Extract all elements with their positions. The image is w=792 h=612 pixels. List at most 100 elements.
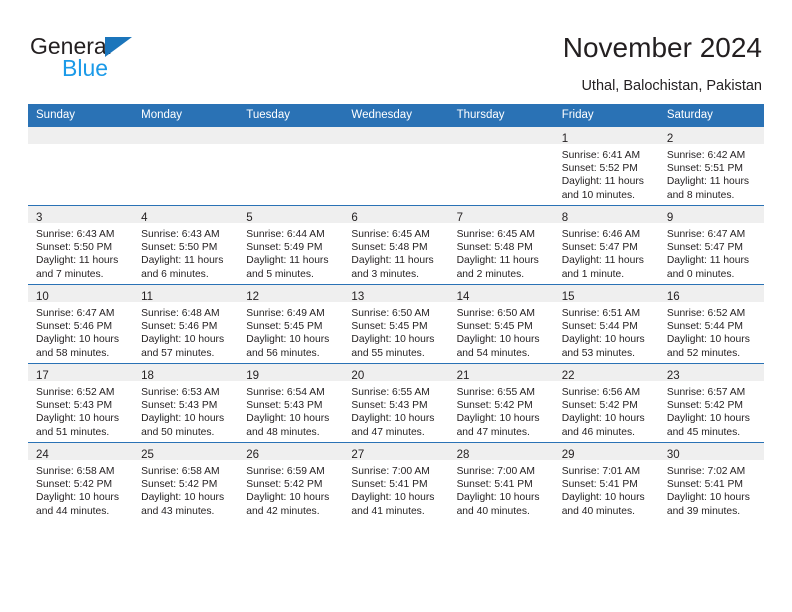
day-number-band: 6	[343, 206, 449, 224]
day-number-band: 26	[238, 443, 344, 461]
calendar-day-cell[interactable]: 4 Sunrise: 6:43 AM Sunset: 5:50 PM Daylight…	[133, 205, 239, 285]
calendar-day-cell[interactable]: 12 Sunrise: 6:49 AM Sunset: 5:45 PM Dayligh…	[238, 284, 344, 364]
sunset-text: Sunset: 5:47 PM	[561, 242, 638, 254]
day-cell-details: Sunrise: 6:59 AM Sunset: 5:42 PM Daylight:…	[238, 460, 343, 518]
day-cell-details: Sunrise: 6:51 AM Sunset: 5:44 PM Daylight:…	[554, 302, 659, 360]
calendar-day-cell[interactable]: 30 Sunrise: 7:02 AM Sunset: 5:41 PM Dayligh…	[658, 442, 764, 521]
day-number: 8	[561, 212, 569, 224]
day-number: 7	[456, 212, 463, 224]
day-number-band: 30	[658, 443, 764, 461]
calendar-day-cell[interactable]: 13 Sunrise: 6:50 AM Sunset: 5:45 PM Dayligh…	[343, 284, 449, 364]
weekday-header-tuesday: Tuesday	[238, 104, 344, 127]
calendar-day-cell[interactable]: 3 Sunrise: 6:43 AM Sunset: 5:50 PM Daylight…	[28, 205, 134, 285]
calendar-day-cell[interactable]: 29 Sunrise: 7:01 AM Sunset: 5:41 PM Dayligh…	[553, 442, 659, 521]
daylight-text-line2: and 39 minutes.	[666, 505, 741, 517]
daylight-text-line1: Daylight: 11 hours	[246, 255, 329, 267]
daylight-text-line1: Daylight: 11 hours	[36, 255, 119, 267]
calendar-day-cell[interactable]: 27 Sunrise: 7:00 AM Sunset: 5:41 PM Dayligh…	[343, 442, 449, 521]
daylight-text-line1: Daylight: 11 hours	[456, 255, 539, 267]
day-number-band: 25	[133, 443, 239, 461]
weekday-header-wednesday: Wednesday	[343, 104, 449, 127]
daylight-text-line1: Daylight: 11 hours	[351, 255, 434, 267]
daylight-text-line2: and 46 minutes.	[561, 426, 635, 438]
day-number: 11	[141, 291, 154, 303]
daylight-text-line2: and 45 minutes.	[666, 426, 741, 438]
sunset-text: Sunset: 5:45 PM	[456, 321, 533, 333]
daylight-text-line2: and 54 minutes.	[456, 347, 530, 359]
calendar-day-cell[interactable]: 18 Sunrise: 6:53 AM Sunset: 5:43 PM Dayligh…	[133, 363, 239, 443]
calendar-day-cell[interactable]: 19 Sunrise: 6:54 AM Sunset: 5:43 PM Dayligh…	[238, 363, 344, 443]
sunrise-text: Sunrise: 6:47 AM	[666, 229, 746, 240]
calendar-day-cell[interactable]: 14 Sunrise: 6:50 AM Sunset: 5:45 PM Dayligh…	[448, 284, 554, 364]
day-number: 10	[36, 291, 49, 303]
calendar-day-cell[interactable]: 7 Sunrise: 6:45 AM Sunset: 5:48 PM Daylight…	[448, 205, 554, 285]
sunset-text: Sunset: 5:43 PM	[351, 400, 428, 412]
day-number-band: 24	[28, 443, 134, 461]
day-number-band: 20	[343, 364, 449, 382]
calendar-day-cell[interactable]: 23 Sunrise: 6:57 AM Sunset: 5:42 PM Dayligh…	[658, 363, 764, 443]
calendar-day-cell[interactable]: 16 Sunrise: 6:52 AM Sunset: 5:44 PM Dayligh…	[658, 284, 764, 364]
daylight-text-line2: and 58 minutes.	[36, 347, 110, 359]
day-number: 29	[561, 449, 575, 461]
daylight-text-line1: Daylight: 10 hours	[561, 492, 645, 504]
calendar-day-cell[interactable]: 11 Sunrise: 6:48 AM Sunset: 5:46 PM Dayligh…	[133, 284, 239, 364]
sunset-text: Sunset: 5:45 PM	[351, 321, 428, 333]
calendar-day-cell[interactable]: 20 Sunrise: 6:55 AM Sunset: 5:43 PM Dayligh…	[343, 363, 449, 443]
calendar-day-cell[interactable]: 26 Sunrise: 6:59 AM Sunset: 5:42 PM Dayligh…	[238, 442, 344, 521]
calendar-day-cell[interactable]: 1 Sunrise: 6:41 AM Sunset: 5:52 PM Daylight…	[553, 126, 659, 206]
daylight-text-line2: and 10 minutes.	[561, 189, 635, 201]
daylight-text-line2: and 44 minutes.	[36, 505, 110, 517]
day-number: 21	[456, 370, 470, 382]
daylight-text-line1: Daylight: 11 hours	[141, 255, 224, 267]
day-cell-details: Sunrise: 6:47 AM Sunset: 5:47 PM Daylight:…	[659, 223, 764, 281]
day-number-band: 21	[448, 364, 554, 382]
day-number: 28	[456, 449, 470, 461]
calendar-day-cell[interactable]: 24 Sunrise: 6:58 AM Sunset: 5:42 PM Dayligh…	[28, 442, 134, 521]
calendar-week-row: 17 Sunrise: 6:52 AM Sunset: 5:43 PM Dayligh…	[28, 363, 764, 443]
calendar-week-row: 1 Sunrise: 6:41 AM Sunset: 5:52 PM Daylight…	[28, 126, 764, 206]
day-number: 19	[246, 370, 260, 382]
page-title: November 2024	[562, 32, 762, 63]
sunrise-text: Sunrise: 6:52 AM	[666, 308, 746, 319]
daylight-text-line1: Daylight: 11 hours	[561, 255, 644, 267]
day-cell-details: Sunrise: 6:55 AM Sunset: 5:42 PM Daylight:…	[449, 381, 554, 439]
calendar-day-cell[interactable]: 2 Sunrise: 6:42 AM Sunset: 5:51 PM Daylight…	[658, 126, 764, 206]
daylight-text-line2: and 41 minutes.	[351, 505, 425, 517]
sunrise-text: Sunrise: 6:59 AM	[246, 466, 325, 477]
calendar-day-cell[interactable]: 25 Sunrise: 6:58 AM Sunset: 5:42 PM Dayligh…	[133, 442, 239, 521]
sunset-text: Sunset: 5:41 PM	[561, 479, 638, 491]
day-number-band: 19	[238, 364, 344, 382]
calendar-head: Sunday Monday Tuesday Wednesday Thursday…	[28, 104, 764, 127]
calendar-day-cell[interactable]: 21 Sunrise: 6:55 AM Sunset: 5:42 PM Dayligh…	[448, 363, 554, 443]
day-number-band: 27	[343, 443, 449, 461]
calendar-day-cell[interactable]: 10 Sunrise: 6:47 AM Sunset: 5:46 PM Dayligh…	[28, 284, 134, 364]
day-number: 30	[666, 449, 680, 461]
sunrise-text: Sunrise: 6:55 AM	[456, 387, 535, 398]
sunset-text: Sunset: 5:46 PM	[36, 321, 113, 333]
sunset-text: Sunset: 5:42 PM	[666, 400, 743, 412]
calendar-day-cell[interactable]: 22 Sunrise: 6:56 AM Sunset: 5:42 PM Dayligh…	[553, 363, 659, 443]
calendar-day-cell[interactable]: 28 Sunrise: 7:00 AM Sunset: 5:41 PM Dayligh…	[448, 442, 554, 521]
weekday-header-monday: Monday	[133, 104, 239, 127]
calendar-day-cell[interactable]: 5 Sunrise: 6:44 AM Sunset: 5:49 PM Daylight…	[238, 205, 344, 285]
day-cell-details: Sunrise: 6:45 AM Sunset: 5:48 PM Daylight:…	[343, 223, 448, 281]
day-number-band: 2	[658, 127, 764, 145]
sunset-text: Sunset: 5:52 PM	[561, 163, 638, 175]
day-number: 15	[561, 291, 575, 303]
calendar-day-cell[interactable]: 8 Sunrise: 6:46 AM Sunset: 5:47 PM Daylight…	[553, 205, 659, 285]
calendar-day-cell[interactable]: 17 Sunrise: 6:52 AM Sunset: 5:43 PM Dayligh…	[28, 363, 134, 443]
day-number-band	[28, 127, 134, 144]
daylight-text-line1: Daylight: 10 hours	[246, 492, 330, 504]
daylight-text-line1: Daylight: 11 hours	[666, 176, 750, 188]
sunrise-text: Sunrise: 7:02 AM	[666, 466, 746, 477]
generalblue-logo[interactable]: General Blue	[30, 33, 210, 89]
sunset-text: Sunset: 5:48 PM	[456, 242, 533, 254]
sunset-text: Sunset: 5:42 PM	[141, 479, 218, 491]
day-number: 22	[561, 370, 575, 382]
calendar-day-cell[interactable]: 9 Sunrise: 6:47 AM Sunset: 5:47 PM Daylight…	[658, 205, 764, 285]
daylight-text-line1: Daylight: 10 hours	[351, 413, 435, 425]
calendar-day-cell[interactable]: 6 Sunrise: 6:45 AM Sunset: 5:48 PM Daylight…	[343, 205, 449, 285]
day-cell-details: Sunrise: 6:52 AM Sunset: 5:44 PM Daylight:…	[659, 302, 764, 360]
daylight-text-line1: Daylight: 10 hours	[456, 334, 540, 346]
calendar-day-cell[interactable]: 15 Sunrise: 6:51 AM Sunset: 5:44 PM Dayligh…	[553, 284, 659, 364]
